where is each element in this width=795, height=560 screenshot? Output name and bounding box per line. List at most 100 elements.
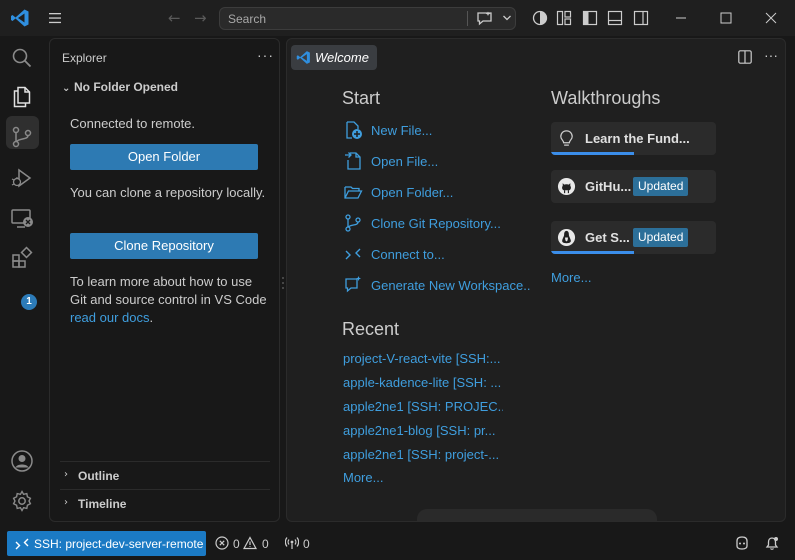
timeline-section[interactable]: › Timeline [60,489,270,517]
account-icon[interactable] [10,449,34,473]
forward-arrow-icon[interactable]: → [194,9,207,27]
recent-item[interactable]: apple2ne1-blog [SSH: pr... [343,423,503,438]
remote-indicator[interactable]: SSH: project-dev-server-remote [7,531,206,556]
chevron-right-icon: › [64,469,68,480]
close-icon[interactable] [761,8,781,28]
command-center-search[interactable]: Search [219,7,516,30]
section-title: No Folder Opened [74,80,179,94]
walkthrough-progress [551,152,634,155]
activity-bar: 1 [0,36,44,530]
maximize-icon[interactable] [716,8,736,28]
start-clone-repo[interactable]: Clone Git Repository... [343,212,533,234]
walkthrough-get-started[interactable]: Get S... Updated [551,221,716,254]
docs-paragraph: To learn more about how to use Git and s… [70,273,270,327]
outline-section[interactable]: › Outline [60,461,270,489]
connected-text: Connected to remote. [70,116,196,131]
timeline-label: Timeline [78,497,127,511]
start-open-file[interactable]: Open File... [343,150,533,172]
start-item-label: Open Folder... [371,185,454,200]
editor-more-icon[interactable]: ··· [764,47,778,63]
walkthrough-label: Get S... [585,230,630,245]
ports-broadcast-icon[interactable] [285,536,299,550]
updated-badge: Updated [633,228,689,247]
accounts-circle-icon[interactable] [532,10,548,26]
customize-layout-icon[interactable] [556,10,572,26]
status-bar: SSH: project-dev-server-remote 0 0 0 [0,530,795,560]
search-placeholder: Search [228,12,267,26]
extensions-icon[interactable] [10,246,34,270]
notification-peek [417,509,657,521]
title-bar: ← → Search [0,0,795,36]
run-debug-icon[interactable] [10,166,34,190]
start-connect-to[interactable]: Connect to... [343,243,533,265]
start-item-label: Connect to... [371,247,445,262]
error-count[interactable]: 0 [233,537,240,551]
walkthrough-progress [551,251,634,254]
explorer-sidebar: Explorer ··· ⌄ No Folder Opened Connected… [49,38,280,522]
recent-item[interactable]: apple2ne1 [SSH: PROJEC... [343,399,503,414]
vscode-logo-icon [296,51,310,64]
clone-hint-text: You can clone a repository locally. [70,185,266,200]
walkthroughs-more-link[interactable]: More... [551,270,591,285]
search-divider [467,11,468,26]
no-folder-section-header[interactable]: ⌄ No Folder Opened [62,80,178,94]
remote-explorer-icon[interactable] [10,206,34,230]
walkthrough-label: Learn the Fund... [585,131,690,146]
ports-count[interactable]: 0 [303,537,310,551]
settings-gear-icon[interactable] [10,489,34,513]
walkthroughs-heading: Walkthroughs [551,88,661,108]
github-icon [557,177,576,196]
chevron-down-icon: ⌄ [62,83,71,94]
notifications-bell-icon[interactable] [764,535,780,551]
error-icon[interactable] [215,536,229,550]
sidebar-title: Explorer [62,51,107,65]
sash-handle[interactable] [281,276,285,290]
source-control-icon [345,214,361,232]
menu-icon[interactable] [47,10,63,26]
start-generate-workspace[interactable]: Generate New Workspace... [343,274,533,296]
walkthrough-github[interactable]: GitHu... Updated [551,170,716,203]
recent-item[interactable]: apple-kadence-lite [SSH: ... [343,375,503,390]
start-item-label: New File... [371,123,433,138]
minimize-icon[interactable] [671,8,691,28]
vscode-logo-icon [11,9,29,27]
recent-item[interactable]: apple2ne1 [SSH: project-... [343,447,503,462]
explorer-files-icon[interactable] [10,85,34,109]
tab-welcome[interactable]: Welcome [291,45,377,70]
open-file-icon [345,152,361,170]
editor-area: Welcome ··· Start New File... Open File.… [286,38,786,522]
walkthrough-fundamentals[interactable]: Learn the Fund... [551,122,716,155]
new-file-icon [346,121,362,139]
toggle-panel-icon[interactable] [607,10,623,26]
open-folder-button[interactable]: Open Folder [70,144,258,170]
toggle-secondary-sidebar-icon[interactable] [633,10,649,26]
remote-label: SSH: project-dev-server-remote [34,537,204,551]
open-folder-icon [344,186,363,199]
source-control-icon[interactable] [10,125,34,149]
sidebar-more-icon[interactable]: ··· [257,47,274,63]
remote-connect-icon [345,248,361,260]
start-item-label: Generate New Workspace... [371,278,531,293]
warning-icon[interactable] [243,536,257,550]
start-item-label: Clone Git Repository... [371,216,501,231]
toggle-primary-sidebar-icon[interactable] [582,10,598,26]
recent-item[interactable]: project-V-react-vite [SSH:... [343,351,503,366]
walkthrough-label: GitHu... [585,179,632,194]
sparkle-chat-icon [345,276,361,293]
chat-icon[interactable] [476,11,493,26]
split-editor-icon[interactable] [738,50,752,64]
tab-label: Welcome [315,50,369,65]
recent-more-link[interactable]: More... [343,470,383,485]
back-arrow-icon[interactable]: ← [168,9,181,27]
outline-label: Outline [78,469,120,483]
start-open-folder[interactable]: Open Folder... [343,181,533,203]
read-docs-link[interactable]: read our docs [70,310,150,325]
clone-repository-button[interactable]: Clone Repository [70,233,258,259]
search-icon[interactable] [10,46,34,70]
recent-heading: Recent [342,319,400,339]
chevron-down-icon[interactable] [502,13,512,23]
warning-count[interactable]: 0 [262,537,269,551]
start-heading: Start [342,88,381,108]
start-new-file[interactable]: New File... [343,119,533,141]
copilot-icon[interactable] [734,535,750,551]
